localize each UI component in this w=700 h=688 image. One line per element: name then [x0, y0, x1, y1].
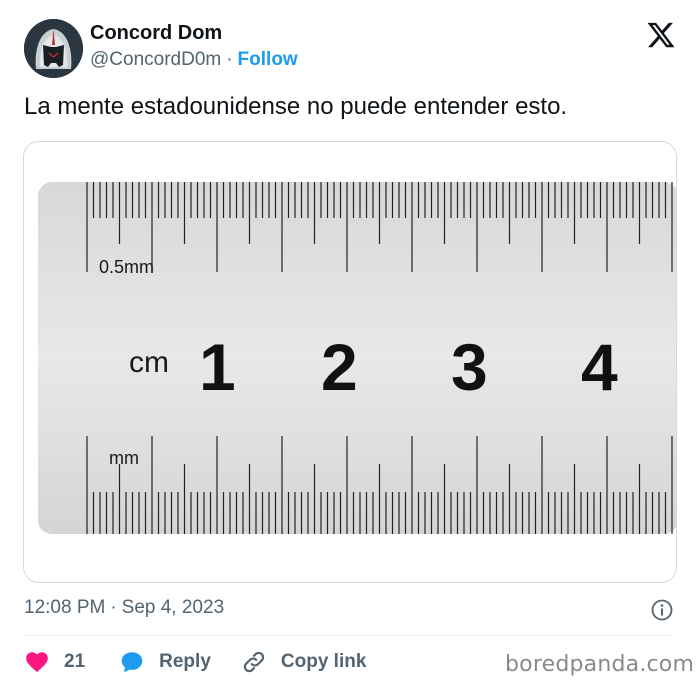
copy-link-label: Copy link — [280, 651, 367, 672]
author-name[interactable]: Concord Dom — [90, 22, 222, 45]
like-count: 21 — [64, 651, 86, 672]
tweet-text: La mente estadounidense no puede entende… — [24, 93, 568, 120]
copy-link-button[interactable]: Copy link — [241, 649, 367, 675]
label-half-mm: 0.5mm — [99, 257, 154, 277]
label-mm: mm — [109, 448, 139, 468]
tweet-date[interactable]: Sep 4, 2023 — [122, 597, 224, 618]
timestamp-row: 12:08 PM · Sep 4, 2023 — [24, 597, 224, 619]
boredpanda-watermark: boredpanda.com — [505, 652, 695, 677]
time-separator: · — [110, 597, 117, 618]
author-handle-row: @ConcordD0m · Follow — [90, 49, 298, 71]
tweet-card: Concord Dom @ConcordD0m · Follow La mente … — [0, 0, 700, 688]
link-icon — [243, 651, 265, 673]
info-icon[interactable] — [650, 598, 674, 622]
divider — [24, 635, 676, 636]
like-button[interactable]: 21 — [24, 649, 85, 675]
ruler-number-2: 2 — [321, 330, 358, 404]
action-bar: 21 Reply Copy link — [24, 648, 366, 676]
helmet-avatar-image — [24, 19, 83, 78]
label-cm: cm — [129, 346, 169, 379]
tweet-media[interactable]: 0.5mm cm mm 1 2 3 4 — [23, 141, 677, 583]
x-logo-icon[interactable] — [645, 20, 677, 50]
ruler-number-3: 3 — [451, 330, 488, 404]
ruler-number-4: 4 — [581, 330, 618, 404]
heart-icon — [26, 652, 48, 673]
reply-bubble-icon — [121, 652, 143, 672]
author-handle[interactable]: @ConcordD0m — [90, 49, 221, 70]
reply-button[interactable]: Reply — [119, 649, 211, 675]
ruler-photo: 0.5mm cm mm 1 2 3 4 — [24, 142, 676, 582]
avatar[interactable] — [24, 19, 83, 78]
reply-label: Reply — [159, 651, 211, 672]
handle-separator: · — [226, 49, 233, 70]
follow-button[interactable]: Follow — [238, 49, 298, 70]
ruler-number-1: 1 — [199, 330, 236, 404]
tweet-time[interactable]: 12:08 PM — [24, 597, 105, 618]
